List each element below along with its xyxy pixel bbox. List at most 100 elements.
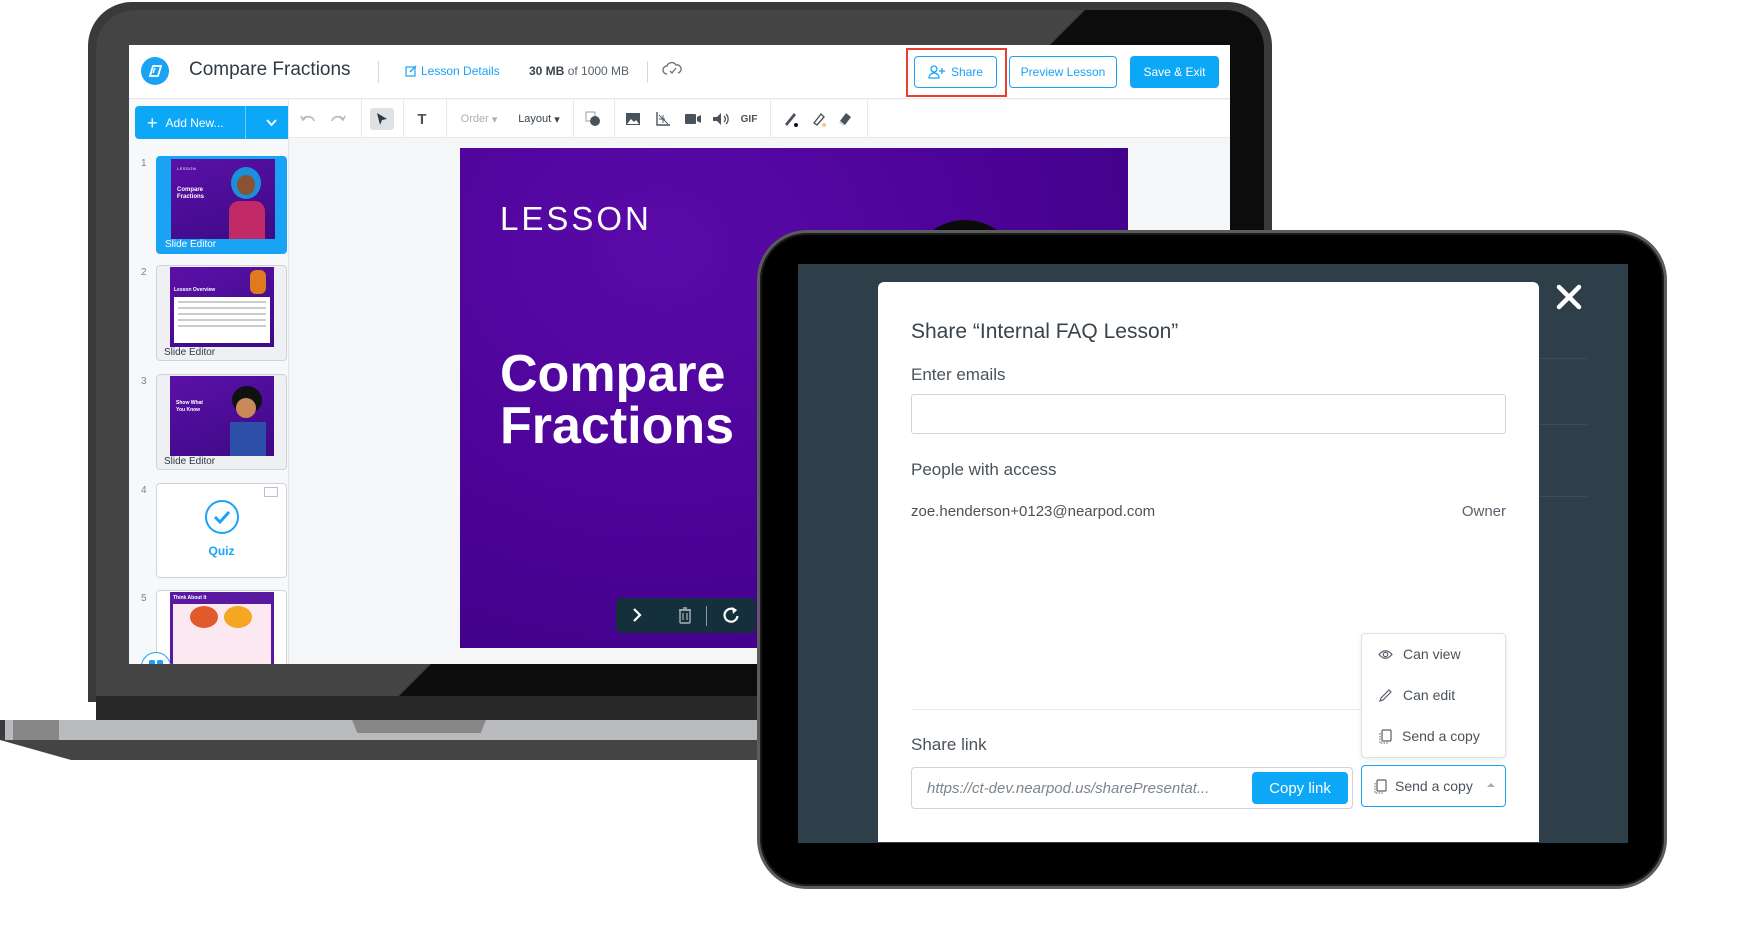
laptop-base bbox=[0, 720, 790, 740]
slide-controls bbox=[616, 598, 756, 633]
permission-select[interactable]: Send a copy bbox=[1361, 765, 1506, 807]
slide-number: 1 bbox=[141, 158, 147, 169]
caret-up-icon bbox=[1487, 783, 1495, 787]
storage-usage: 30 MB of 1000 MB bbox=[529, 64, 629, 78]
divider bbox=[770, 100, 771, 138]
text-tool-icon[interactable]: T bbox=[410, 108, 434, 130]
slide-thumbnail[interactable]: Quiz bbox=[156, 483, 287, 578]
divider bbox=[403, 100, 404, 138]
mini-title: Compare Fractions bbox=[177, 187, 205, 200]
eraser-icon[interactable] bbox=[834, 108, 856, 130]
slide-preview: Lesson Overview bbox=[170, 267, 274, 347]
plus-icon: + bbox=[147, 112, 158, 133]
trash-icon[interactable] bbox=[678, 606, 692, 629]
slide-thumbnail[interactable]: Think About It bbox=[156, 590, 287, 664]
slide-number: 5 bbox=[141, 593, 147, 604]
image-icon[interactable] bbox=[622, 108, 644, 130]
refresh-icon[interactable] bbox=[722, 606, 740, 629]
emails-label: Enter emails bbox=[911, 365, 1006, 384]
permission-menu: Can view Can edit Send a copy bbox=[1361, 633, 1506, 758]
checkmark-icon bbox=[205, 500, 239, 534]
layout-menu[interactable]: Layout ▾ bbox=[511, 108, 567, 130]
slides-sidebar: + Add New... 1 LESSON Compare Fractions bbox=[129, 100, 289, 664]
copy-icon bbox=[1378, 728, 1392, 744]
close-icon[interactable] bbox=[1554, 282, 1584, 312]
divider bbox=[614, 100, 615, 138]
permission-option-can-view[interactable]: Can view bbox=[1378, 646, 1461, 662]
slide-type-label: Quiz bbox=[208, 544, 235, 558]
save-exit-button[interactable]: Save & Exit bbox=[1130, 56, 1219, 88]
chevron-right-icon[interactable] bbox=[632, 607, 642, 628]
share-link-field[interactable]: https://ct-dev.nearpod.us/sharePresentat… bbox=[911, 767, 1353, 809]
slide-kicker: LESSON bbox=[500, 200, 652, 237]
divider bbox=[867, 100, 868, 138]
select-tool-icon[interactable] bbox=[370, 108, 394, 130]
edit-icon bbox=[405, 65, 417, 77]
gif-button[interactable]: GIF bbox=[736, 108, 762, 130]
mini-title: Think About It bbox=[173, 595, 207, 601]
lesson-details-label: Lesson Details bbox=[421, 64, 500, 78]
divider bbox=[361, 100, 362, 138]
order-label: Order bbox=[460, 113, 489, 125]
option-label: Can edit bbox=[1403, 687, 1456, 703]
divider bbox=[446, 100, 447, 138]
headline-line-2: Fractions bbox=[500, 397, 735, 455]
undo-icon[interactable] bbox=[297, 108, 319, 130]
option-label: Can view bbox=[1403, 646, 1461, 662]
slide-type-label: Slide Editor bbox=[164, 347, 216, 358]
slide-thumbnail[interactable]: Show What You Know Slide Editor bbox=[156, 374, 287, 470]
add-user-icon bbox=[928, 65, 946, 79]
nearpod-logo-icon[interactable] bbox=[141, 57, 169, 85]
chart-icon[interactable] bbox=[652, 108, 674, 130]
permission-option-can-edit[interactable]: Can edit bbox=[1378, 687, 1455, 703]
video-icon[interactable] bbox=[682, 108, 704, 130]
share-link-label: Share link bbox=[911, 735, 987, 754]
lesson-details-link[interactable]: Lesson Details bbox=[405, 64, 500, 78]
cloud-saved-icon bbox=[662, 60, 682, 78]
add-new-split-button: + Add New... bbox=[135, 106, 288, 139]
mini-kicker: LESSON bbox=[177, 166, 197, 171]
order-menu[interactable]: Order ▾ bbox=[454, 108, 504, 130]
preview-lesson-button[interactable]: Preview Lesson bbox=[1009, 56, 1117, 88]
storage-used: 30 MB bbox=[529, 64, 565, 78]
divider bbox=[647, 61, 648, 83]
add-new-button[interactable]: + Add New... bbox=[135, 106, 246, 139]
share-link-url: https://ct-dev.nearpod.us/sharePresentat… bbox=[927, 780, 1210, 797]
grid-icon bbox=[149, 660, 163, 664]
permission-option-send-copy[interactable]: Send a copy bbox=[1378, 728, 1480, 744]
editor-header: Compare Fractions Lesson Details 30 MB o… bbox=[129, 45, 1230, 99]
editor-toolbar: T Order ▾ Layout ▾ GIF bbox=[289, 100, 1230, 138]
slide-thumbnail[interactable]: Lesson Overview Slide Editor bbox=[156, 265, 287, 361]
permission-selected-label: Send a copy bbox=[1395, 778, 1473, 794]
add-new-dropdown[interactable] bbox=[247, 106, 288, 139]
person-role: Owner bbox=[1461, 503, 1506, 520]
slide-preview: Think About It bbox=[170, 592, 274, 664]
dialog-title: Share “Internal FAQ Lesson” bbox=[911, 320, 1179, 343]
slide-thumbnail[interactable]: LESSON Compare Fractions Slide Editor bbox=[156, 156, 287, 254]
pen-icon[interactable] bbox=[780, 108, 802, 130]
people-with-access-label: People with access bbox=[911, 460, 1057, 479]
slide-preview: LESSON Compare Fractions bbox=[171, 159, 275, 239]
storage-total: of 1000 MB bbox=[567, 64, 630, 78]
highlighter-icon[interactable] bbox=[808, 108, 830, 130]
layout-label: Layout bbox=[518, 113, 552, 125]
mini-title: Show What You Know bbox=[176, 400, 203, 413]
marketing-composite: Compare Fractions Lesson Details 30 MB o… bbox=[0, 0, 1763, 952]
divider bbox=[706, 606, 707, 626]
divider bbox=[911, 709, 1381, 710]
laptop-chin bbox=[96, 696, 796, 720]
share-button[interactable]: Share bbox=[914, 56, 997, 88]
slide-number: 2 bbox=[141, 267, 147, 278]
emails-input[interactable] bbox=[911, 394, 1506, 434]
person-email: zoe.henderson+0123@nearpod.com bbox=[911, 503, 1156, 520]
shapes-icon[interactable] bbox=[582, 108, 604, 130]
share-label: Share bbox=[950, 65, 984, 79]
mini-title: Lesson Overview bbox=[174, 287, 216, 293]
slide-number: 3 bbox=[141, 376, 147, 387]
audio-icon[interactable] bbox=[710, 108, 732, 130]
redo-icon[interactable] bbox=[327, 108, 349, 130]
slide-type-label: Slide Editor bbox=[164, 456, 216, 467]
eye-icon bbox=[1378, 649, 1393, 660]
pencil-icon bbox=[1378, 688, 1393, 703]
copy-link-button[interactable]: Copy link bbox=[1252, 772, 1348, 804]
